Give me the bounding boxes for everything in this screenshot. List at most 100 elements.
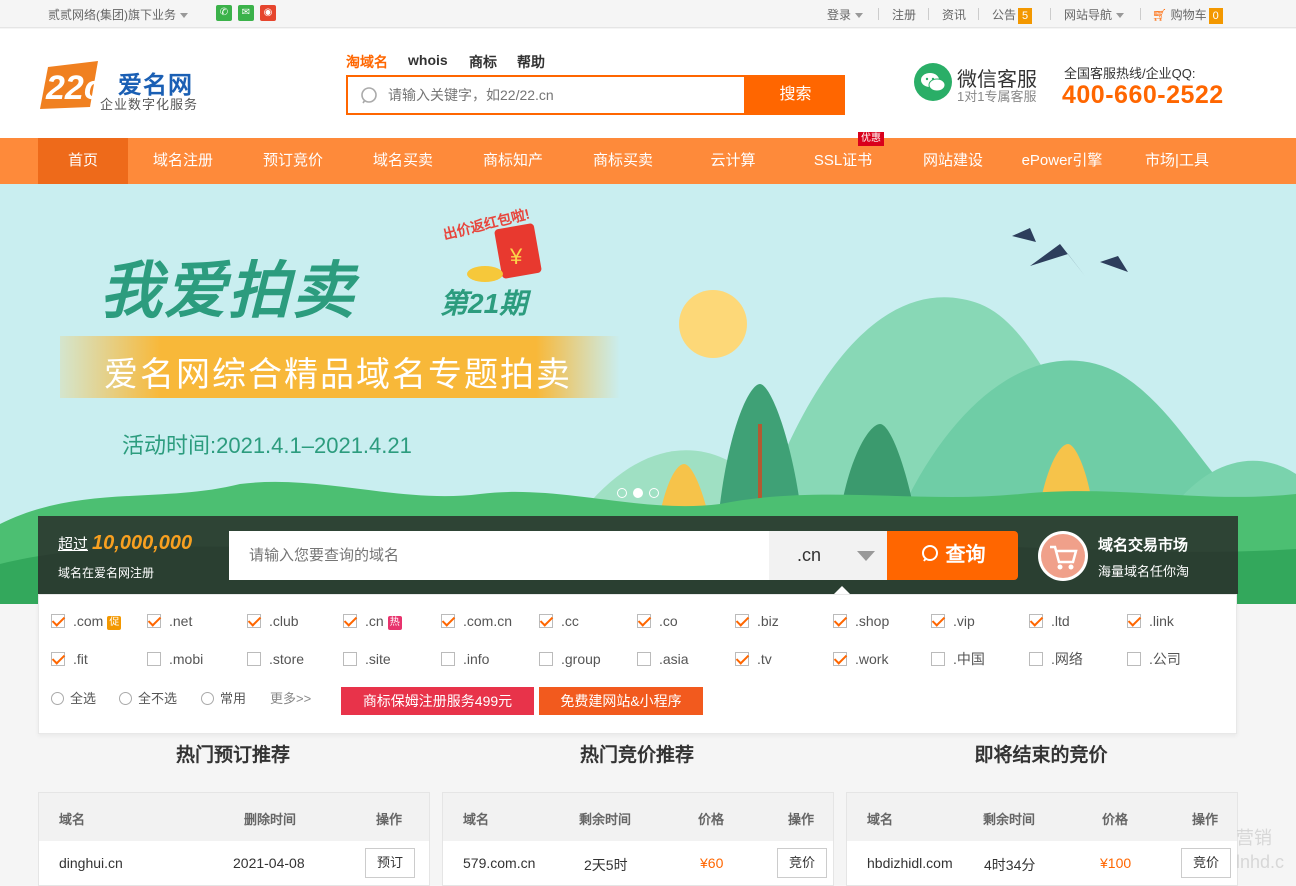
tld-label: .tv [757,651,772,667]
bid-button[interactable]: 竞价 [777,848,827,878]
checkbox-checked[interactable] [1029,614,1043,628]
column-header: 域名 [867,812,894,827]
app-icon[interactable]: ✆ [216,5,232,21]
tab-domain[interactable]: 淘域名 [346,52,388,72]
wechat-icon[interactable]: ✉ [238,5,254,21]
checkbox-checked[interactable] [833,652,847,666]
market-title[interactable]: 域名交易市场 [1098,534,1188,555]
table-header [39,793,429,841]
nav-item-home[interactable]: 首页 [38,138,128,184]
nav-item-market-tools[interactable]: 市场|工具 [1132,138,1222,184]
nav-item-epower[interactable]: ePower引擎 [1012,138,1112,184]
checkbox-checked[interactable] [735,652,749,666]
column-header: 域名 [463,812,490,827]
domain-query-button[interactable]: 查询 [887,531,1018,580]
column-header: 价格 [1102,812,1129,827]
column-header: 操作 [376,812,403,827]
promo-trademark-button[interactable]: 商标保姆注册服务499元 [341,687,534,715]
watermark: 营销 lnhd.c [1236,828,1285,872]
table-header [847,793,1237,841]
checkbox-checked[interactable] [51,614,65,628]
checkbox-checked[interactable] [735,614,749,628]
register-link[interactable]: 注册 [892,6,916,23]
checkbox-checked[interactable] [343,614,357,628]
checkbox-checked[interactable] [247,614,261,628]
checkbox-checked[interactable] [441,614,455,628]
domain-cell[interactable]: 579.com.cn [463,855,535,871]
nav-item-website[interactable]: 网站建设 [908,138,998,184]
nav-item-reserve-bid[interactable]: 预订竞价 [248,138,338,184]
select-all-radio[interactable]: 全选 [51,688,96,707]
checkbox-checked[interactable] [539,614,553,628]
carousel-dot[interactable] [617,488,627,498]
wechat-service-icon[interactable] [914,63,952,101]
nav-item-trademark-ip[interactable]: 商标知产 [468,138,558,184]
tld-label: .biz [757,613,779,629]
checkbox-checked[interactable] [1127,614,1141,628]
checkbox-unchecked[interactable] [539,652,553,666]
tab-whois[interactable]: whois [408,52,448,68]
tld-label: .club [269,613,299,629]
checkbox-unchecked[interactable] [931,652,945,666]
checkbox-unchecked[interactable] [147,652,161,666]
tld-label: .cn 热 [365,613,402,630]
cart-link[interactable]: 🛒︎ 购物车 0 [1152,6,1223,24]
tld-label: .vip [953,613,975,629]
delete-time-cell: 2021-04-08 [233,855,305,871]
checkbox-checked[interactable] [51,652,65,666]
divider [1140,8,1141,20]
nav-item-domain-trade[interactable]: 域名买卖 [358,138,448,184]
reserve-table: 域名 删除时间 操作 dinghui.cn 2021-04-08 预订 [38,792,430,886]
site-nav-dropdown[interactable]: 网站导航 [1064,6,1125,23]
checkbox-checked[interactable] [637,614,651,628]
carousel-dot[interactable] [649,488,659,498]
checkbox-checked[interactable] [833,614,847,628]
radio-circle [201,692,214,705]
select-none-radio[interactable]: 全不选 [119,688,177,707]
domain-cell[interactable]: hbdizhidl.com [867,855,953,871]
tld-tag-badge: 促 [107,616,122,630]
checkbox-checked[interactable] [147,614,161,628]
checkbox-unchecked[interactable] [1127,652,1141,666]
registered-count: 超过 10,000,000 [58,532,193,554]
notice-link[interactable]: 公告 5 [992,6,1033,24]
banner-time: 活动时间:2021.4.1–2021.4.21 [122,433,412,458]
main-nav: 首页 域名注册 预订竞价 域名买卖 商标知产 商标买卖 云计算 SSL证书 优惠… [0,132,1296,184]
checkbox-unchecked[interactable] [247,652,261,666]
column-header: 删除时间 [244,812,297,827]
table-header [443,793,833,841]
tab-help[interactable]: 帮助 [517,52,545,72]
group-business-dropdown[interactable]: 贰贰网络(集团)旗下业务 [48,6,188,23]
chevron-down-icon [1116,13,1125,19]
more-tlds-link[interactable]: 更多>> [270,688,311,707]
divider [928,8,929,20]
nav-item-trademark-trade[interactable]: 商标买卖 [578,138,668,184]
header-search-button[interactable]: 搜索 [746,75,845,115]
news-link[interactable]: 资讯 [942,6,966,23]
nav-item-cloud[interactable]: 云计算 [688,138,778,184]
reserve-button[interactable]: 预订 [365,848,415,878]
bid-button[interactable]: 竞价 [1181,848,1231,878]
suffix-select[interactable]: .cn [769,531,887,580]
weibo-icon[interactable]: ◉ [260,5,276,21]
promo-website-button[interactable]: 免费建网站&小程序 [539,687,703,715]
tab-trademark[interactable]: 商标 [469,52,497,72]
checkbox-unchecked[interactable] [441,652,455,666]
bidding-table: 域名 剩余时间 价格 操作 579.com.cn 2天5时 ¥60 竞价 [442,792,834,886]
checkbox-unchecked[interactable] [637,652,651,666]
domain-cell[interactable]: dinghui.cn [59,855,123,871]
checkbox-unchecked[interactable] [1029,652,1043,666]
radio-circle [119,692,132,705]
login-dropdown[interactable]: 登录 [827,6,864,23]
top-bar: 贰贰网络(集团)旗下业务 ✆ ✉ ◉ 登录 注册 资讯 公告 5 网站导航 🛒︎ … [0,0,1296,28]
domain-search-input[interactable] [229,531,769,580]
carousel-dot-active[interactable] [633,488,643,498]
checkbox-unchecked[interactable] [343,652,357,666]
tld-label: .link [1149,613,1174,629]
nav-item-domain-register[interactable]: 域名注册 [138,138,228,184]
market-cart-icon[interactable] [1038,531,1088,581]
tld-label: .com 促 [73,613,122,630]
common-radio[interactable]: 常用 [201,688,246,707]
header-search-input[interactable] [388,77,748,113]
checkbox-checked[interactable] [931,614,945,628]
